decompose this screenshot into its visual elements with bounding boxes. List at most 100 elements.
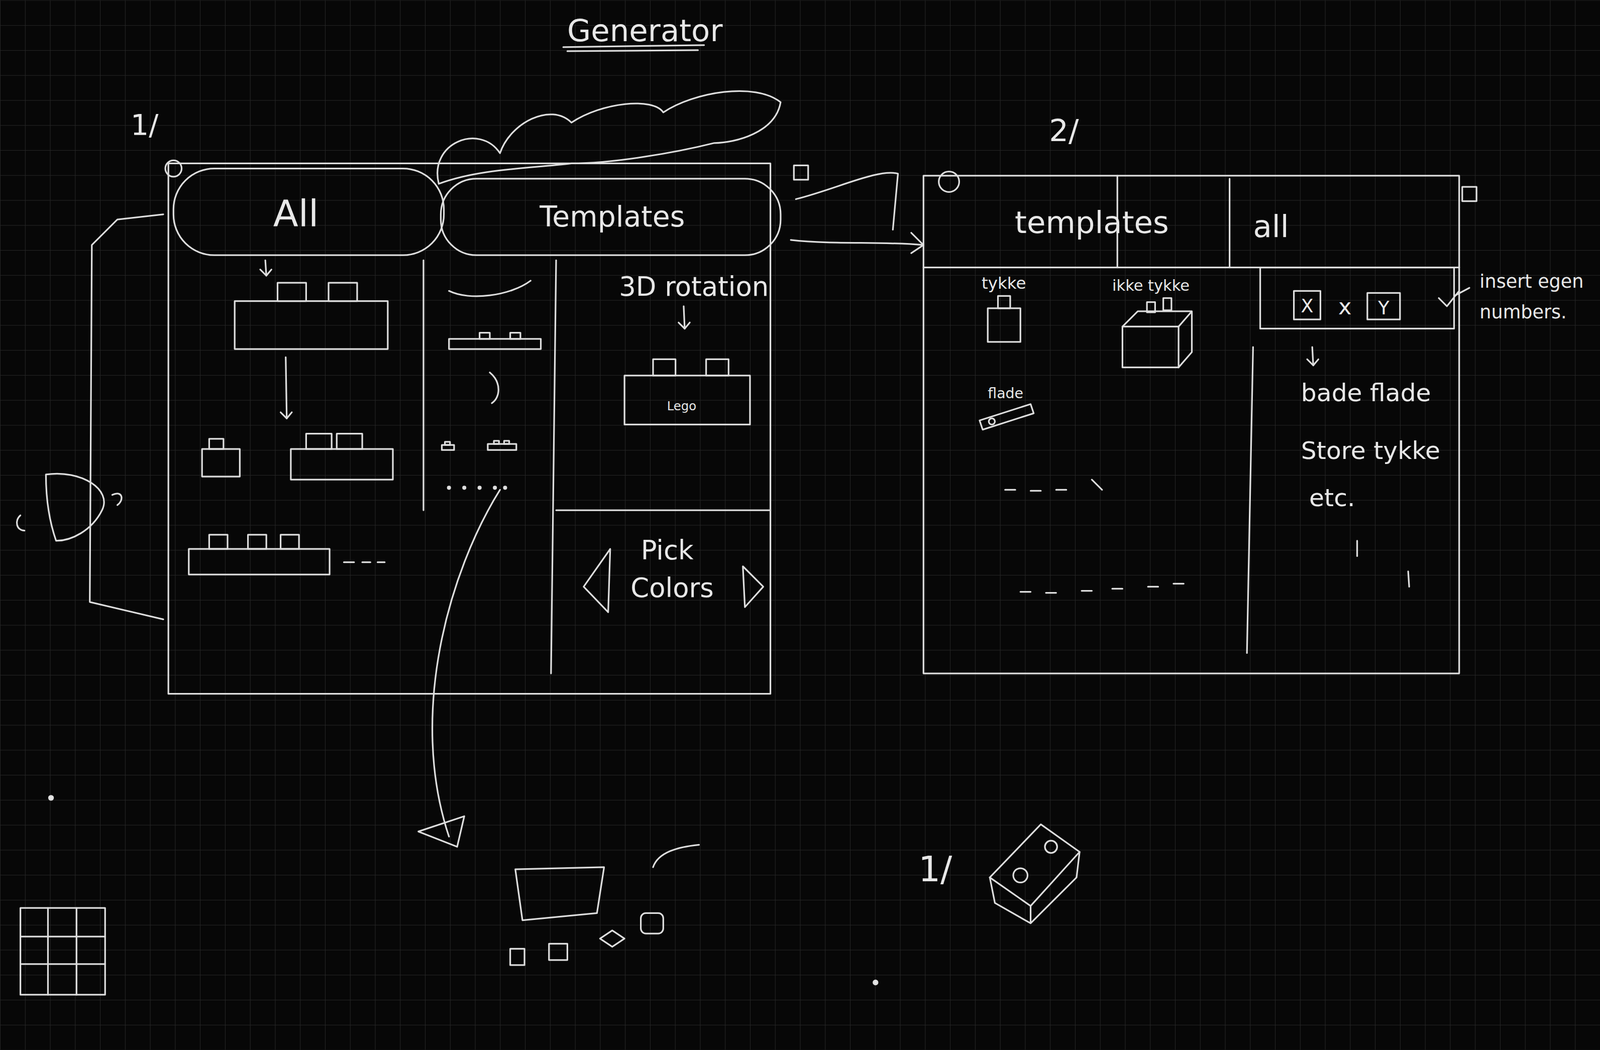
sketch-one: 1/AllTemplates3D rotationLegoPickColors: [17, 90, 924, 966]
small-cube: [510, 948, 525, 966]
brick-sides: [989, 852, 1080, 924]
arrow-icon: [260, 260, 272, 276]
brick-flat: [449, 333, 542, 350]
tab-label[interactable]: all: [1252, 208, 1289, 245]
window-corner-circle: [165, 160, 182, 177]
preset-item[interactable]: etc.: [1309, 483, 1355, 512]
template-item[interactable]: ikke tykke: [1112, 276, 1192, 368]
template-label[interactable]: tykke: [981, 273, 1026, 293]
panel-divider: [1246, 347, 1253, 654]
color-picker-label[interactable]: Pick: [641, 535, 694, 566]
arrow-head: [1307, 359, 1319, 366]
template-label[interactable]: ikke tykke: [1112, 276, 1190, 295]
title-underline: [563, 45, 704, 48]
field-text[interactable]: Y: [1377, 297, 1390, 319]
rotate-arrow-icon: [112, 493, 122, 506]
brick-stud: [208, 535, 228, 550]
arrow-icon: [1307, 347, 1319, 366]
title-text: Generator: [567, 12, 723, 49]
arrow-shaft: [683, 306, 685, 330]
cube-top: [1122, 311, 1192, 368]
cube-front: [1122, 326, 1179, 368]
sketch-two: 2/templatesalltykkeikke tykkefladeXxYins…: [923, 112, 1584, 674]
transition-arrow: [790, 240, 924, 246]
small-cube: [599, 930, 625, 948]
number-field[interactable]: [1367, 292, 1401, 320]
brick-body: [987, 308, 1021, 343]
small-cube: [549, 943, 568, 961]
tab-label[interactable]: Templates: [539, 199, 685, 234]
brick-long: [188, 535, 330, 575]
brick-body: [624, 375, 751, 425]
flat-piece: [979, 404, 1034, 431]
dot: [478, 486, 481, 490]
brick-stud: [510, 333, 521, 340]
previous-arrow-icon[interactable]: [583, 549, 611, 613]
template-item[interactable]: tykke: [981, 273, 1026, 343]
stud: [1044, 840, 1057, 853]
field-text[interactable]: X: [1301, 295, 1314, 317]
tab[interactable]: templates: [1014, 204, 1169, 241]
tab-label[interactable]: All: [273, 192, 319, 236]
arrow-shaft: [265, 260, 267, 276]
preset-item[interactable]: bade flade: [1301, 378, 1432, 407]
color-picker[interactable]: Pick Colors: [583, 535, 764, 613]
long-arrow: [432, 489, 501, 837]
arrow-icon: [678, 306, 690, 330]
rotate-shape: [45, 473, 104, 542]
brick-body: [290, 449, 393, 480]
arrow-shaft: [285, 357, 287, 419]
tab[interactable]: all: [1252, 208, 1289, 245]
paper-background: [0, 0, 1600, 1050]
side-bracket: [89, 214, 164, 620]
brick-body: [449, 339, 542, 350]
arrow-head: [678, 322, 690, 329]
sketch-number: 1/: [130, 108, 159, 142]
preset-item[interactable]: Store tykke: [1301, 436, 1441, 465]
color-picker-label[interactable]: Colors: [630, 572, 714, 604]
number-field[interactable]: [1294, 290, 1321, 320]
field-text[interactable]: x: [1338, 293, 1352, 320]
window-frame: [168, 163, 771, 694]
dot: [493, 486, 497, 490]
brick-medium: [290, 434, 393, 480]
dot: [49, 796, 54, 801]
preview-heading: 3D rotation: [618, 271, 769, 302]
next-arrow-icon[interactable]: [742, 566, 764, 608]
dot: [503, 486, 507, 490]
template-label[interactable]: flade: [987, 385, 1024, 402]
window-corner-circle: [938, 171, 960, 193]
brick-stud: [328, 282, 358, 302]
dot: [447, 486, 451, 490]
arrow-head-icon: [911, 233, 924, 254]
grid-lines: [0, 0, 1600, 1050]
size-input[interactable]: Xx Y: [1260, 267, 1460, 330]
column-divider: [422, 260, 424, 511]
stroke: [1408, 571, 1410, 587]
brick-stud: [1146, 302, 1155, 313]
sketch-canvas: Generator1/AllTemplates3D rotationLegoPi…: [0, 0, 1600, 1050]
window-corner-square: [793, 165, 808, 180]
brick-tiny: [487, 441, 517, 451]
brick-small: [201, 439, 240, 477]
window-frame: [923, 175, 1459, 674]
arrow-head-icon: [418, 816, 465, 847]
brick-tiny: [442, 442, 455, 451]
flag-stroke: [795, 172, 898, 230]
brick-stud: [503, 441, 509, 445]
detail-sketch: 1/: [918, 824, 1080, 924]
more-dashes: [1020, 583, 1184, 593]
note-text: insert egen: [1479, 270, 1584, 293]
tab[interactable]: All: [173, 168, 444, 256]
lego-brick: [624, 359, 751, 425]
brick-stud: [248, 535, 267, 550]
template-item[interactable]: flade: [979, 385, 1034, 431]
more-dashes: [1005, 479, 1103, 491]
brick-stud: [280, 535, 300, 550]
stroke: [1356, 541, 1358, 557]
tab[interactable]: Templates: [441, 178, 781, 256]
note-text: numbers.: [1479, 301, 1567, 324]
input-box: [1260, 267, 1455, 330]
tab-label[interactable]: templates: [1014, 204, 1169, 241]
brick-stud: [653, 359, 676, 376]
